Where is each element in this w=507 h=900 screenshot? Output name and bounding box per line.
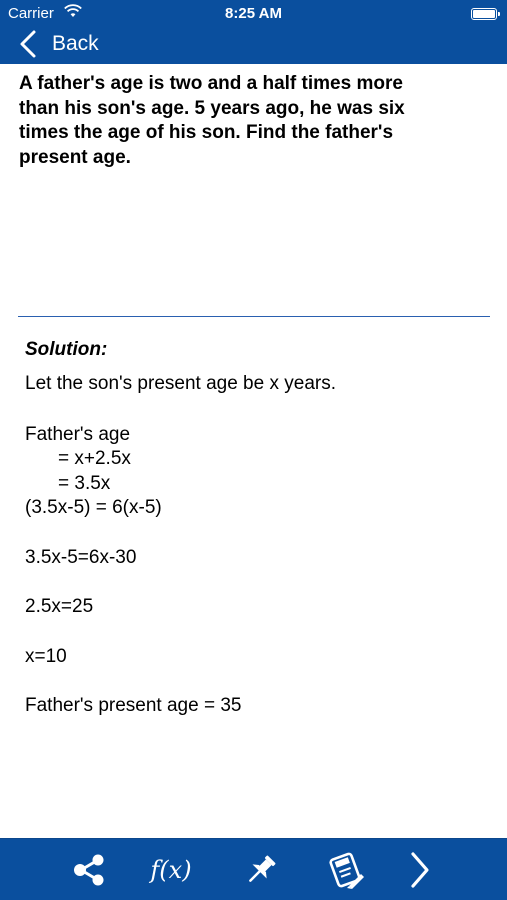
divider xyxy=(18,316,490,317)
edit-note-icon xyxy=(329,852,364,889)
solution-section: Solution: Let the son's present age be x… xyxy=(25,338,485,719)
solution-step: Father's age xyxy=(25,423,131,445)
question-line: times the age of his son. Find the fathe… xyxy=(19,122,394,143)
pin-icon xyxy=(249,855,276,882)
question-line: A father's age is two and a half times m… xyxy=(19,73,403,94)
question-text: A father's age is two and a half times m… xyxy=(19,72,489,170)
question-line: than his son's age. 5 years ago, he was … xyxy=(19,97,405,119)
pin-button[interactable] xyxy=(236,839,286,900)
share-button[interactable] xyxy=(64,839,114,900)
solution-step: (3.5x-5) = 6(x-5) xyxy=(25,497,162,518)
solution-step: = x+2.5x xyxy=(58,448,131,469)
solution-heading: Solution: xyxy=(25,339,108,360)
next-button[interactable] xyxy=(394,839,444,900)
back-button[interactable]: Back xyxy=(18,28,99,60)
battery-icon xyxy=(471,8,500,20)
solution-step: x=10 xyxy=(25,645,67,667)
share-icon xyxy=(74,854,104,886)
formula-button[interactable]: f(x) xyxy=(146,839,196,900)
solution-step: 3.5x-5=6x-30 xyxy=(25,546,137,568)
formula-icon: f(x) xyxy=(150,856,192,884)
bottom-toolbar: f(x) xyxy=(0,838,507,900)
clock: 8:25 AM xyxy=(225,5,282,22)
solution-step: Let the son's present age be x years. xyxy=(25,373,336,394)
back-label: Back xyxy=(52,32,99,55)
next-icon xyxy=(411,852,429,888)
chevron-left-icon xyxy=(20,30,36,58)
solution-step: = 3.5x xyxy=(58,472,111,494)
solution-step: Father's present age = 35 xyxy=(25,695,242,716)
status-bar: Carrier 8:25 AM xyxy=(0,0,507,28)
question-line: present age. xyxy=(19,146,131,168)
solution-step: 2.5x=25 xyxy=(25,596,94,617)
edit-note-button[interactable] xyxy=(320,839,370,900)
navigation-bar: Carrier 8:25 AM Back xyxy=(0,0,507,64)
